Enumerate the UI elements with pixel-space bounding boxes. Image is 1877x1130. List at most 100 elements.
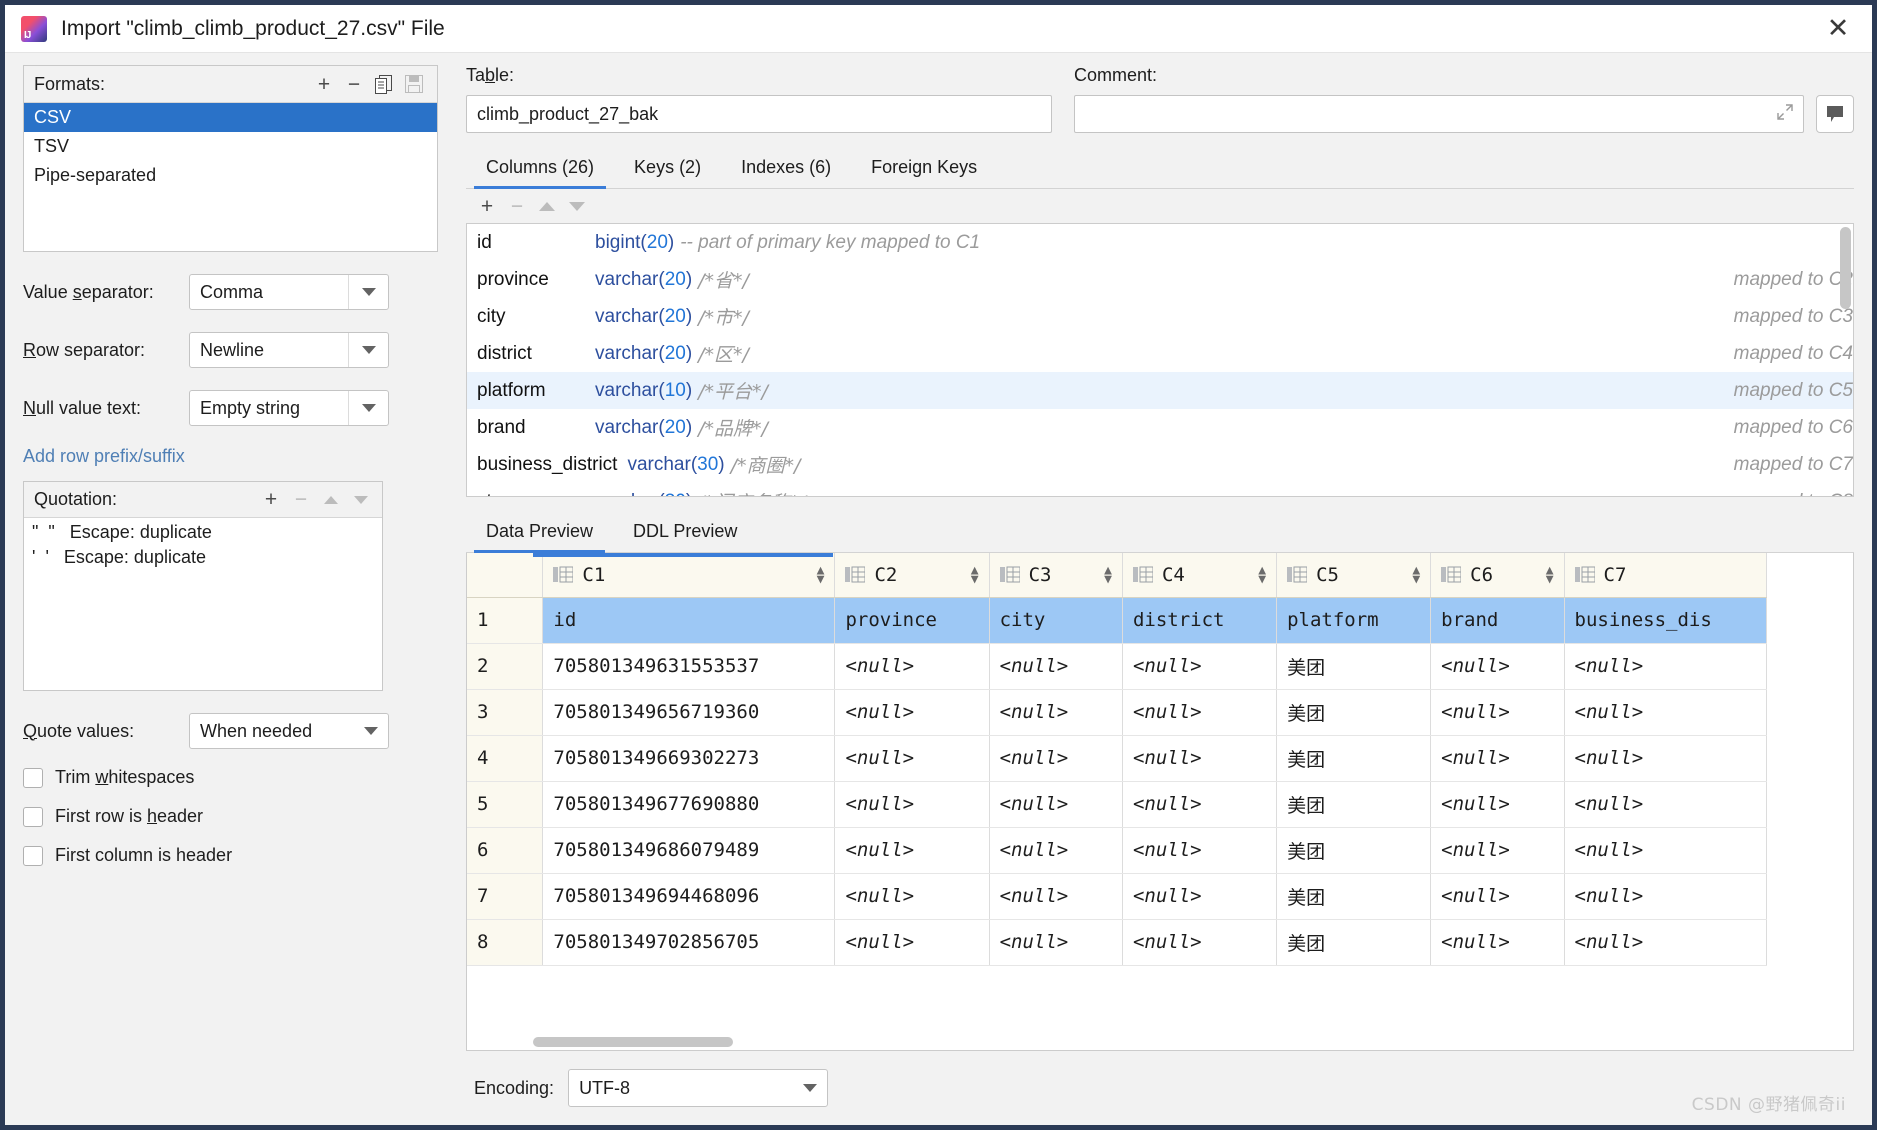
table-row[interactable]: 3 705801349656719360 <null> <null> <null… xyxy=(467,689,1768,736)
close-icon[interactable]: ✕ xyxy=(1818,9,1858,49)
cell[interactable]: <null> xyxy=(1122,781,1278,828)
table-name-input[interactable]: climb_product_27_bak xyxy=(466,95,1052,133)
column-row-district[interactable]: district varchar(20) /*区*/ mapped to C4 xyxy=(467,335,1853,372)
table-row[interactable]: 6 705801349686079489 <null> <null> <null… xyxy=(467,827,1768,874)
cell[interactable]: <null> xyxy=(1122,919,1278,966)
column-header-c3[interactable]: C3 ▲ ▼ xyxy=(989,553,1123,598)
column-row-province[interactable]: province varchar(20) /*省*/ mapped to C2 xyxy=(467,261,1853,298)
cell[interactable]: <null> xyxy=(834,735,990,782)
table-row[interactable]: 7 705801349694468096 <null> <null> <null… xyxy=(467,873,1768,920)
column-row-brand[interactable]: brand varchar(20) /*品牌*/ mapped to C6 xyxy=(467,409,1853,446)
cell[interactable]: <null> xyxy=(1122,735,1278,782)
cell[interactable]: <null> xyxy=(1430,781,1565,828)
cell[interactable]: <null> xyxy=(1430,689,1565,736)
table-row[interactable]: 1 id province city district platform bra… xyxy=(467,597,1768,644)
cell[interactable]: 705801349631553537 xyxy=(542,643,836,690)
sort-icon[interactable]: ▲ ▼ xyxy=(1258,564,1266,586)
formats-list[interactable]: CSV TSV Pipe-separated xyxy=(24,103,437,251)
sort-icon[interactable]: ▲ ▼ xyxy=(817,564,825,586)
cell[interactable]: <null> xyxy=(834,827,990,874)
cell[interactable]: <null> xyxy=(834,689,990,736)
cell[interactable]: district xyxy=(1122,597,1278,644)
columns-list[interactable]: id bigint(20) -- part of primary key map… xyxy=(466,223,1854,497)
cell[interactable]: 705801349677690880 xyxy=(542,781,836,828)
add-quotation-button[interactable]: + xyxy=(256,487,286,513)
expand-icon[interactable] xyxy=(1775,102,1795,127)
comment-input[interactable] xyxy=(1074,95,1804,133)
value-separator-select[interactable]: Comma xyxy=(189,274,389,310)
table-row[interactable]: 5 705801349677690880 <null> <null> <null… xyxy=(467,781,1768,828)
add-row-prefix-suffix-link[interactable]: Add row prefix/suffix xyxy=(23,446,185,467)
cell[interactable]: <null> xyxy=(989,735,1123,782)
cell[interactable]: <null> xyxy=(1122,689,1278,736)
cell[interactable]: city xyxy=(989,597,1123,644)
tab-indexes[interactable]: Indexes (6) xyxy=(721,151,851,188)
add-format-button[interactable]: + xyxy=(309,71,339,97)
cell[interactable]: 美团 xyxy=(1276,735,1432,782)
cell[interactable]: <null> xyxy=(834,873,990,920)
cell[interactable]: <null> xyxy=(1430,827,1565,874)
column-header-c5[interactable]: C5 ▲ ▼ xyxy=(1276,553,1432,598)
trim-whitespaces-checkbox[interactable]: Trim whitespaces xyxy=(23,767,438,788)
chevron-down-icon[interactable] xyxy=(348,275,388,309)
cell[interactable]: 美团 xyxy=(1276,643,1432,690)
tab-columns[interactable]: Columns (26) xyxy=(466,151,614,189)
cell[interactable]: 705801349656719360 xyxy=(542,689,836,736)
cell[interactable]: <null> xyxy=(1564,735,1768,782)
columns-scrollbar[interactable] xyxy=(1840,227,1851,309)
chevron-down-icon[interactable] xyxy=(348,333,388,367)
quotation-list[interactable]: " " Escape: duplicate ' ' Escape: duplic… xyxy=(24,518,382,690)
cell[interactable]: 705801349686079489 xyxy=(542,827,836,874)
cell[interactable]: <null> xyxy=(989,827,1123,874)
column-header-c7[interactable]: C7 xyxy=(1564,553,1768,598)
cell[interactable]: <null> xyxy=(1430,919,1565,966)
copy-format-icon[interactable] xyxy=(369,71,399,97)
cell[interactable]: <null> xyxy=(1430,643,1565,690)
sort-icon[interactable]: ▲ ▼ xyxy=(1412,564,1420,586)
quotation-item-single[interactable]: ' ' Escape: duplicate xyxy=(24,545,382,570)
cell[interactable]: 美团 xyxy=(1276,781,1432,828)
cell[interactable]: <null> xyxy=(1122,873,1278,920)
quotation-item-double[interactable]: " " Escape: duplicate xyxy=(24,520,382,545)
cell[interactable]: <null> xyxy=(989,643,1123,690)
cell[interactable]: 美团 xyxy=(1276,919,1432,966)
first-row-is-header-checkbox[interactable]: First row is header xyxy=(23,806,438,827)
row-separator-select[interactable]: Newline xyxy=(189,332,389,368)
cell[interactable]: 美团 xyxy=(1276,873,1432,920)
cell[interactable]: province xyxy=(834,597,990,644)
grid-horizontal-scrollbar[interactable] xyxy=(533,1037,733,1047)
column-header-c4[interactable]: C4 ▲ ▼ xyxy=(1122,553,1278,598)
cell[interactable]: <null> xyxy=(1430,873,1565,920)
chevron-down-icon[interactable] xyxy=(348,391,388,425)
cell[interactable]: <null> xyxy=(1564,919,1768,966)
column-header-c1[interactable]: C1 ▲ ▼ xyxy=(542,553,836,598)
table-row[interactable]: 4 705801349669302273 <null> <null> <null… xyxy=(467,735,1768,782)
cell[interactable]: <null> xyxy=(1430,735,1565,782)
sort-icon[interactable]: ▲ ▼ xyxy=(971,564,979,586)
cell[interactable]: id xyxy=(542,597,836,644)
cell[interactable]: <null> xyxy=(1564,781,1768,828)
cell[interactable]: <null> xyxy=(989,689,1123,736)
tab-foreign-keys[interactable]: Foreign Keys xyxy=(851,151,997,188)
cell[interactable]: 美团 xyxy=(1276,827,1432,874)
cell[interactable]: <null> xyxy=(989,919,1123,966)
cell[interactable]: <null> xyxy=(1564,873,1768,920)
cell[interactable]: <null> xyxy=(989,873,1123,920)
cell[interactable]: <null> xyxy=(834,643,990,690)
column-header-c2[interactable]: C2 ▲ ▼ xyxy=(834,553,990,598)
tab-ddl-preview[interactable]: DDL Preview xyxy=(613,515,757,552)
cell[interactable]: <null> xyxy=(989,781,1123,828)
cell[interactable]: <null> xyxy=(1564,827,1768,874)
sort-icon[interactable]: ▲ ▼ xyxy=(1546,564,1554,586)
cell[interactable]: brand xyxy=(1430,597,1565,644)
column-row-business-district[interactable]: business_district varchar(30) /*商圈*/ map… xyxy=(467,446,1853,483)
column-header-c6[interactable]: C6 ▲ ▼ xyxy=(1430,553,1565,598)
cell[interactable]: <null> xyxy=(834,781,990,828)
cell[interactable]: <null> xyxy=(1122,827,1278,874)
add-column-button[interactable]: + xyxy=(472,193,502,219)
table-row[interactable]: 8 705801349702856705 <null> <null> <null… xyxy=(467,919,1768,966)
cell[interactable]: 美团 xyxy=(1276,689,1432,736)
format-item-csv[interactable]: CSV xyxy=(24,103,437,132)
cell[interactable]: platform xyxy=(1276,597,1432,644)
comment-bubble-icon[interactable] xyxy=(1816,95,1854,133)
